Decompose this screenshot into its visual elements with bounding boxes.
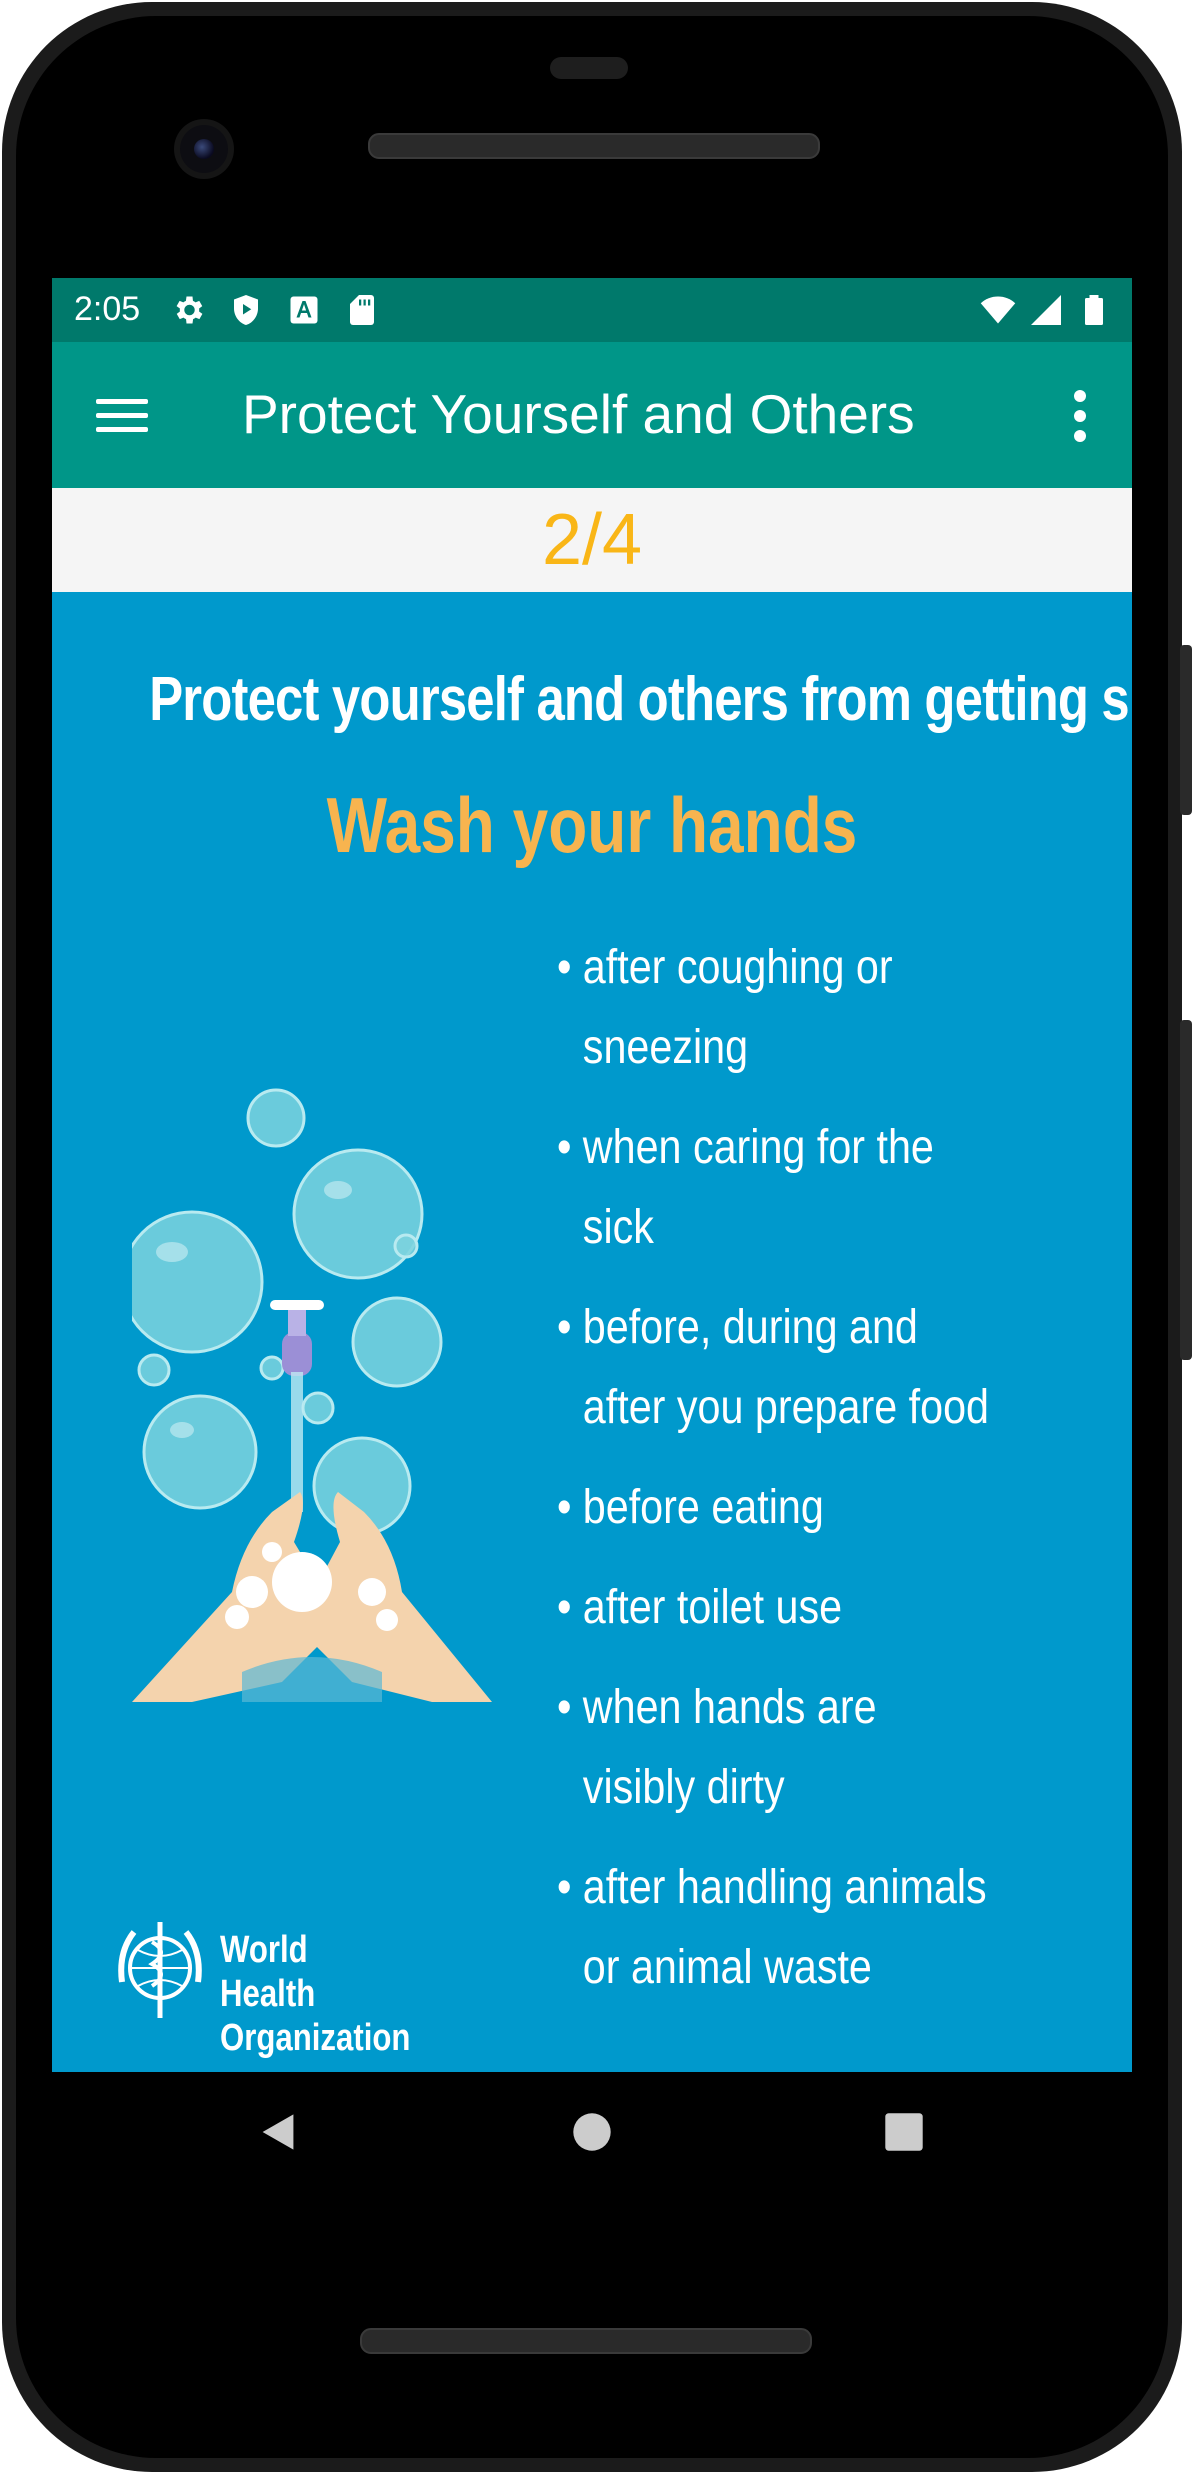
page-indicator: 2/4 bbox=[541, 500, 643, 580]
sd-card-icon bbox=[350, 295, 374, 325]
font-a-icon bbox=[290, 296, 318, 324]
battery-icon bbox=[1085, 295, 1103, 325]
back-icon[interactable] bbox=[256, 2110, 300, 2154]
shield-play-icon bbox=[234, 295, 258, 325]
screen: 2:05 Protect Yourself and Others 2/4 Pro… bbox=[52, 278, 1132, 2072]
handwashing-list: after coughing or sneezing when caring f… bbox=[557, 928, 1117, 2028]
status-left-icons bbox=[170, 292, 380, 328]
handwashing-illustration bbox=[132, 1088, 492, 1702]
settings-icon bbox=[176, 296, 203, 324]
volume-button bbox=[1180, 1020, 1192, 1360]
status-time: 2:05 bbox=[74, 290, 141, 328]
earpiece-speaker bbox=[368, 133, 820, 159]
app-bar: Protect Yourself and Others bbox=[52, 342, 1132, 488]
cell-signal-icon bbox=[1031, 295, 1061, 325]
who-emblem-icon bbox=[118, 1922, 202, 2018]
page-indicator-bar: 2/4 bbox=[52, 488, 1132, 592]
bottom-speaker bbox=[360, 2328, 812, 2354]
list-item: before, during and after you prepare foo… bbox=[557, 1288, 1039, 1448]
app-title: Protect Yourself and Others bbox=[242, 383, 915, 445]
more-options-icon[interactable] bbox=[1070, 388, 1090, 444]
status-bar: 2:05 bbox=[52, 278, 1132, 342]
info-poster[interactable]: Protect yourself and others from getting… bbox=[52, 592, 1132, 2072]
hamburger-menu-icon[interactable] bbox=[96, 390, 148, 442]
recents-icon[interactable] bbox=[882, 2110, 926, 2154]
home-icon[interactable] bbox=[570, 2110, 614, 2154]
navigation-bar bbox=[52, 2072, 1132, 2192]
poster-heading: Protect yourself and others from getting… bbox=[149, 665, 1132, 734]
list-item: after handling animals or animal waste bbox=[557, 1848, 1039, 2008]
top-slot bbox=[550, 57, 628, 79]
list-item: after toilet use bbox=[557, 1568, 1039, 1648]
who-logo-text: World Health Organization bbox=[220, 1929, 411, 2059]
poster-subheading: Wash your hands bbox=[326, 781, 858, 869]
list-item: before eating bbox=[557, 1468, 1039, 1548]
list-item: when caring for the sick bbox=[557, 1108, 1039, 1268]
status-right-icons bbox=[980, 292, 1112, 328]
power-button bbox=[1180, 645, 1192, 815]
list-item: after coughing or sneezing bbox=[557, 928, 1039, 1088]
wifi-icon bbox=[980, 296, 1016, 324]
who-logo: World Health Organization bbox=[112, 1912, 412, 2059]
front-camera bbox=[180, 125, 228, 173]
list-item: when hands are visibly dirty bbox=[557, 1668, 1039, 1828]
